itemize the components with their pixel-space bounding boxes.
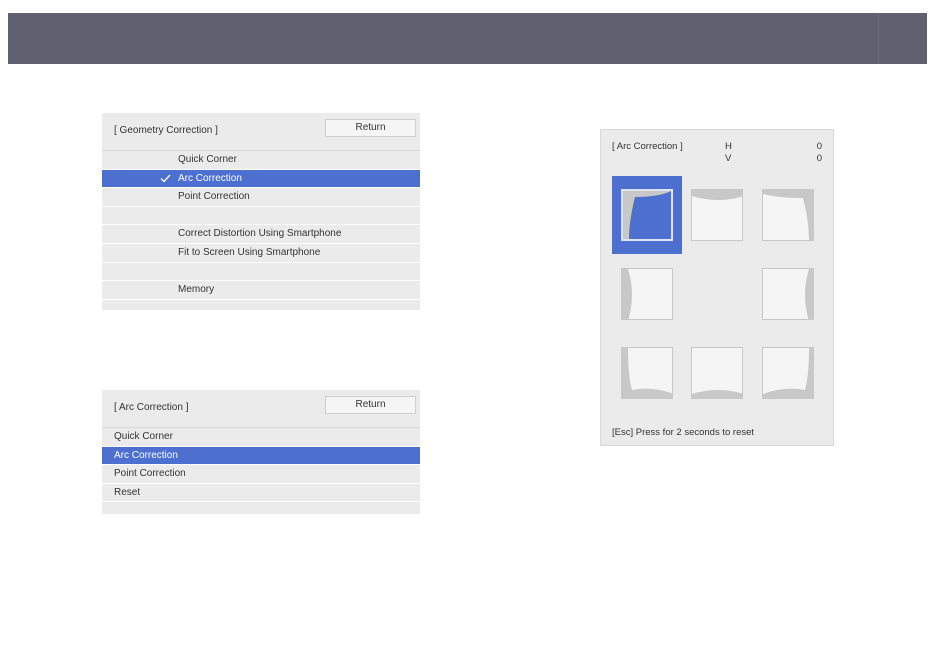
menu-item-correct-distortion-smartphone[interactable]: Correct Distortion Using Smartphone	[102, 225, 420, 244]
arc-bottom-right-icon	[763, 348, 813, 398]
menu-item-arc-correction[interactable]: Arc Correction	[102, 446, 420, 466]
menu-item-point-correction[interactable]: Point Correction	[102, 465, 420, 484]
arc-cell-top-center[interactable]	[691, 189, 743, 241]
menu-title: [ Arc Correction ]	[114, 402, 189, 413]
arc-correction-menu: [ Arc Correction ] Return Quick Corner A…	[102, 390, 420, 514]
arc-cell-middle-right[interactable]	[762, 268, 814, 320]
menu-item-label: Point Correction	[178, 191, 250, 203]
menu-item-arc-correction[interactable]: Arc Correction	[102, 169, 420, 189]
arc-cell-top-left[interactable]	[621, 189, 673, 241]
check-icon	[160, 170, 171, 189]
menu-item-fit-to-screen-smartphone[interactable]: Fit to Screen Using Smartphone	[102, 244, 420, 263]
h-label: H	[725, 141, 732, 152]
geometry-correction-menu: [ Geometry Correction ] Return Quick Cor…	[102, 113, 420, 310]
panel-title: [ Arc Correction ]	[612, 141, 683, 152]
menu-item-point-correction[interactable]: Point Correction	[102, 188, 420, 207]
menu-item-quick-corner[interactable]: Quick Corner	[102, 151, 420, 170]
arc-cell-bottom-right[interactable]	[762, 347, 814, 399]
top-banner	[8, 13, 927, 64]
arc-bottom-icon	[692, 390, 742, 398]
menu-item-label: Memory	[178, 284, 215, 296]
arc-cell-top-right[interactable]	[762, 189, 814, 241]
menu-separator	[102, 263, 420, 282]
arc-top-right-icon	[763, 190, 813, 240]
arc-cell-bottom-center[interactable]	[691, 347, 743, 399]
arc-right-icon	[805, 269, 813, 319]
menu-item-label: Quick Corner	[114, 431, 173, 442]
menu-header: [ Arc Correction ] Return	[102, 390, 420, 428]
menu-header: [ Geometry Correction ] Return	[102, 113, 420, 151]
arc-bottom-left-icon	[622, 348, 672, 398]
arc-cell-middle-left[interactable]	[621, 268, 673, 320]
menu-item-label: Quick Corner	[178, 154, 237, 165]
menu-item-label: Fit to Screen Using Smartphone	[178, 246, 321, 258]
return-button[interactable]: Return	[325, 396, 416, 414]
v-value: 0	[816, 153, 822, 164]
menu-item-quick-corner[interactable]: Quick Corner	[102, 428, 420, 447]
menu-item-label: Arc Correction	[178, 172, 242, 184]
arc-correction-panel: [ Arc Correction ] H 0 V 0 [Esc] Press f…	[600, 129, 834, 446]
h-value: 0	[816, 141, 822, 152]
arc-top-left-icon	[623, 191, 671, 239]
menu-separator	[102, 207, 420, 226]
return-button[interactable]: Return	[325, 119, 416, 137]
menu-item-label: Reset	[114, 486, 141, 498]
menu-item-label: Correct Distortion Using Smartphone	[178, 228, 342, 240]
menu-item-reset[interactable]: Reset	[102, 484, 420, 503]
menu-item-label: Point Correction	[114, 468, 186, 480]
banner-divider	[878, 13, 879, 64]
arc-top-icon	[692, 190, 742, 200]
menu-title: [ Geometry Correction ]	[114, 125, 218, 136]
reset-hint: [Esc] Press for 2 seconds to reset	[612, 427, 755, 438]
arc-left-icon	[622, 269, 632, 319]
menu-item-memory[interactable]: Memory	[102, 281, 420, 300]
arc-cell-bottom-left[interactable]	[621, 347, 673, 399]
v-label: V	[725, 153, 732, 164]
menu-item-label: Arc Correction	[114, 449, 178, 461]
